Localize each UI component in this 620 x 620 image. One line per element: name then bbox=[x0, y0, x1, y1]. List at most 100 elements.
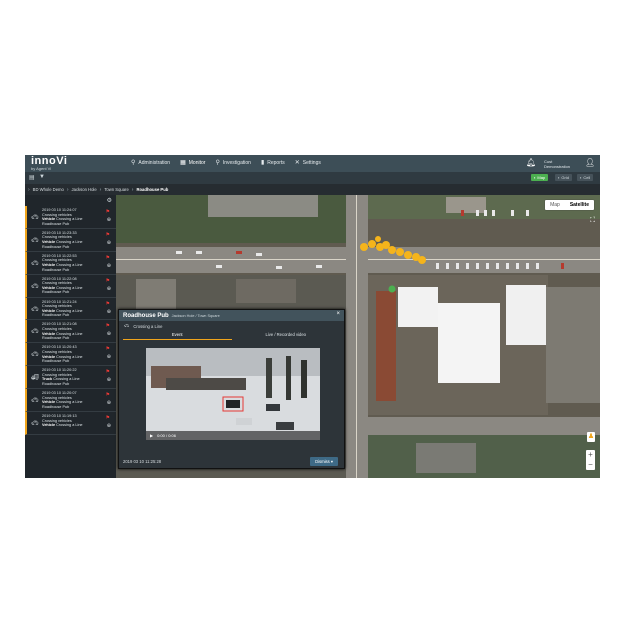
event-place: Roadhouse Pub bbox=[42, 404, 70, 409]
zoom-in-button[interactable]: + bbox=[586, 450, 595, 460]
event-place: Roadhouse Pub bbox=[42, 290, 70, 295]
locate-icon[interactable]: ⊕ bbox=[107, 309, 111, 315]
event-list-item[interactable]: 🚗︎ 2019 03 10 11:20:43 Crossing vehicles Ve… bbox=[25, 343, 116, 367]
event-list-item[interactable]: 🚗︎ 2019 03 10 11:23:33 Crossing vehicles Ve… bbox=[25, 228, 116, 252]
car-icon: 🚗︎ bbox=[31, 421, 39, 428]
popup-timestamp: 2019 03 10 11:25:28 bbox=[123, 459, 162, 464]
event-video[interactable]: ▶ 0:00 / 0:06 bbox=[146, 348, 320, 440]
locate-icon[interactable]: ⊕ bbox=[107, 377, 111, 383]
event-object: Vehicle bbox=[42, 285, 56, 290]
event-list-item[interactable]: 🚗︎ 2019 03 10 11:21:24 Crossing vehicles Ve… bbox=[25, 297, 116, 321]
event-rule: Crossing a Line bbox=[56, 217, 83, 222]
user-info[interactable]: Cust Demonstration bbox=[544, 159, 570, 169]
event-rule: Crossing a Line bbox=[56, 423, 83, 428]
play-icon[interactable]: ▶ bbox=[150, 433, 153, 438]
car-icon: 🚗︎ bbox=[31, 398, 39, 405]
locate-icon[interactable]: ⊕ bbox=[107, 263, 111, 269]
flag-icon[interactable]: ⚑ bbox=[106, 415, 110, 421]
main-nav: ⚲ Administration ▦ Monitor ⚲ Investigati… bbox=[131, 160, 321, 166]
flag-icon[interactable]: ⚑ bbox=[106, 209, 110, 215]
fullscreen-icon[interactable]: ⛶ bbox=[590, 217, 595, 225]
map-type-satellite-button[interactable]: Satellite bbox=[565, 200, 594, 210]
nav-monitor-label: Monitor bbox=[188, 160, 206, 166]
event-rule: Crossing a Line bbox=[56, 240, 83, 245]
event-list-header: ⚙ bbox=[25, 195, 116, 206]
grid-view-icon: ▪ bbox=[558, 175, 560, 180]
view-map-toggle[interactable]: ▪ Map bbox=[531, 174, 549, 181]
street-view-pegman-icon[interactable]: ♟ bbox=[587, 432, 595, 442]
event-text: 2019 03 10 11:21:24 Crossing vehicles Vehi… bbox=[42, 300, 100, 318]
close-icon[interactable]: × bbox=[336, 311, 340, 317]
car-icon: 🚗︎ bbox=[31, 283, 39, 290]
car-icon: 🚗︎ bbox=[31, 237, 39, 244]
locate-icon[interactable]: ⊕ bbox=[107, 217, 111, 223]
event-list-item[interactable]: 🚗︎ 2019 03 10 11:24:07 Crossing vehicles Ve… bbox=[25, 206, 116, 229]
map-type-map-button[interactable]: Map bbox=[545, 200, 565, 210]
locate-icon[interactable]: ⊕ bbox=[107, 286, 111, 292]
user-avatar-icon[interactable]: 👤︎ bbox=[585, 158, 595, 167]
nav-reports[interactable]: ▮ Reports bbox=[261, 160, 285, 166]
event-text: 2019 03 10 11:23:33 Crossing vehicles Vehi… bbox=[42, 231, 100, 249]
video-frame bbox=[146, 348, 320, 440]
locate-icon[interactable]: ⊕ bbox=[107, 423, 111, 429]
tab-live-recorded-video[interactable]: Live / Recorded video bbox=[232, 331, 341, 340]
locate-icon[interactable]: ⊕ bbox=[107, 240, 111, 246]
filter-icon[interactable]: ▼ bbox=[39, 174, 45, 180]
flag-icon[interactable]: ⚑ bbox=[106, 323, 110, 329]
view-grid-toggle[interactable]: ▪ Grid bbox=[555, 174, 572, 181]
flag-icon[interactable]: ⚑ bbox=[106, 232, 110, 238]
locate-icon[interactable]: ⊕ bbox=[107, 331, 111, 337]
event-object: Vehicle bbox=[42, 262, 56, 267]
nav-settings[interactable]: ✕ Settings bbox=[295, 160, 321, 166]
flag-icon[interactable]: ⚑ bbox=[106, 392, 110, 398]
flag-icon[interactable]: ⚑ bbox=[106, 346, 110, 352]
view-cell-label: Cell bbox=[583, 175, 591, 180]
car-icon: 🚗︎ bbox=[31, 306, 39, 313]
bell-icon[interactable]: 🔔︎ bbox=[526, 158, 536, 167]
popup-rule: Crossing a Line bbox=[133, 323, 163, 329]
chevron-right-icon: › bbox=[28, 186, 30, 193]
breadcrumb-item[interactable]: Jackson Hole bbox=[72, 187, 97, 192]
list-icon[interactable]: ▤ bbox=[29, 174, 35, 181]
locate-icon[interactable]: ⊕ bbox=[107, 400, 111, 406]
event-list-item[interactable]: 🚗︎ 2019 03 10 11:22:08 Crossing vehicles Ve… bbox=[25, 274, 116, 298]
nav-monitor[interactable]: ▦ Monitor bbox=[180, 160, 205, 166]
flag-icon[interactable]: ⚑ bbox=[106, 255, 110, 261]
dismiss-button[interactable]: Dismiss ▾ bbox=[310, 457, 338, 466]
car-icon: 🚗︎ bbox=[31, 260, 39, 267]
flag-icon[interactable]: ⚑ bbox=[106, 301, 110, 307]
event-rule: Crossing a Line bbox=[56, 354, 83, 359]
event-object: Vehicle bbox=[42, 354, 56, 359]
event-list-item[interactable]: 🚗︎ 2019 03 10 11:21:08 Crossing vehicles Ve… bbox=[25, 320, 116, 344]
top-nav-bar: innoVi by Agent Vi ⚲ Administration ▦ Mo… bbox=[25, 155, 600, 172]
zoom-controls: + − bbox=[586, 450, 595, 470]
car-icon: 🚗︎ bbox=[31, 352, 39, 359]
flag-icon[interactable]: ⚑ bbox=[106, 278, 110, 284]
event-text: 2019 03 10 11:20:43 Crossing vehicles Vehi… bbox=[42, 345, 100, 363]
event-text: 2019 03 10 11:19:13 Crossing vehicles Vehi… bbox=[42, 414, 100, 428]
event-place: Roadhouse Pub bbox=[42, 244, 70, 249]
flag-icon[interactable]: ⚑ bbox=[106, 369, 110, 375]
nav-reports-label: Reports bbox=[267, 160, 285, 166]
event-list-item[interactable]: 🚗︎ 2019 03 10 11:20:07 Crossing vehicles Ve… bbox=[25, 389, 116, 413]
view-cell-toggle[interactable]: ▪ Cell bbox=[577, 174, 594, 181]
brand[interactable]: innoVi by Agent Vi bbox=[31, 155, 67, 171]
locate-icon[interactable]: ⊕ bbox=[107, 354, 111, 360]
nav-investigation[interactable]: ⚲ Investigation bbox=[215, 160, 250, 166]
tab-event[interactable]: Event bbox=[123, 331, 232, 340]
zoom-out-button[interactable]: − bbox=[586, 460, 595, 470]
nav-administration[interactable]: ⚲ Administration bbox=[131, 160, 170, 166]
event-text: 2019 03 10 11:20:07 Crossing vehicles Vehi… bbox=[42, 391, 100, 409]
event-place: Roadhouse Pub bbox=[42, 336, 70, 341]
event-text: 2019 03 10 11:24:07 Crossing vehicles Vehi… bbox=[42, 208, 100, 226]
event-rule-line: Vehicle Crossing a Line bbox=[42, 423, 100, 428]
nav-investigation-label: Investigation bbox=[222, 160, 251, 166]
event-list-item[interactable]: 🚗︎ 2019 03 10 11:22:53 Crossing vehicles Ve… bbox=[25, 251, 116, 275]
breadcrumb-item[interactable]: Town Square bbox=[104, 187, 128, 192]
breadcrumb-item[interactable]: BD Whole Demo bbox=[33, 187, 64, 192]
event-list-item[interactable]: 🚚︎ 2019 03 10 11:20:22 Crossing vehicles Tr… bbox=[25, 366, 116, 390]
event-rule: Crossing a Line bbox=[56, 400, 83, 405]
breadcrumb-current: Roadhouse Pub bbox=[136, 187, 169, 192]
mark-all-icon[interactable]: ⚙ bbox=[107, 197, 112, 204]
event-list-item[interactable]: 🚗︎ 2019 03 10 11:19:13 Crossing vehicles Ve… bbox=[25, 412, 116, 435]
